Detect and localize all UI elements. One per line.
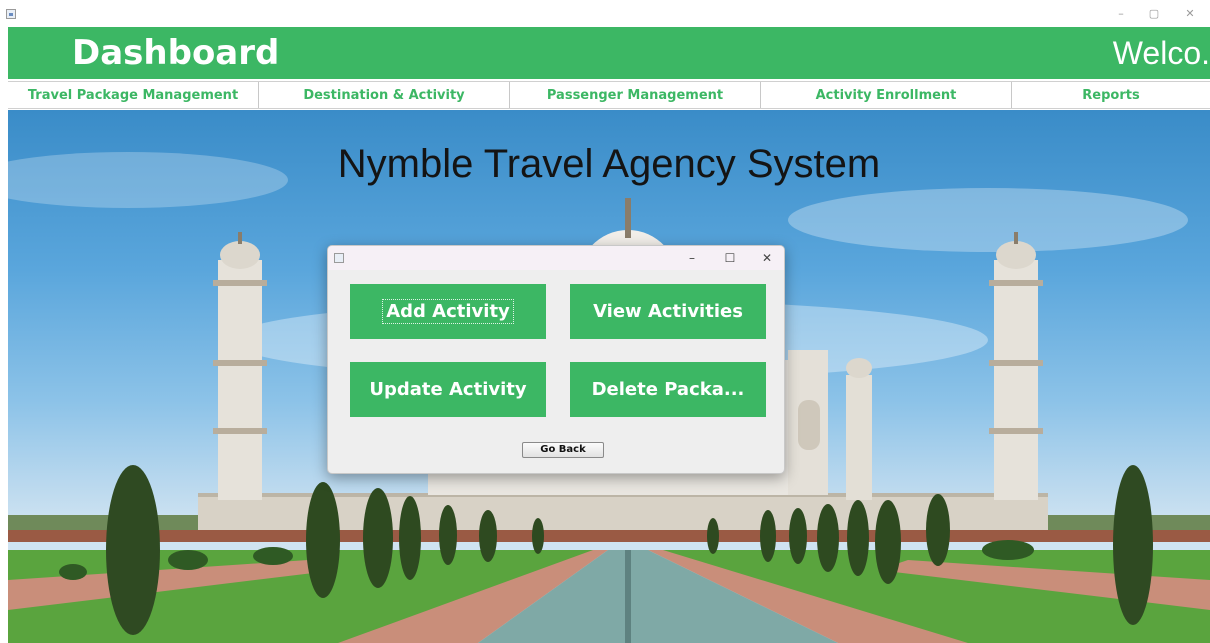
menu-activity-enrollment[interactable]: Activity Enrollment [761,82,1012,108]
dialog-minimize-button[interactable]: – [684,250,700,266]
view-activities-button[interactable]: View Activities [570,284,766,339]
dialog-close-button[interactable]: ✕ [759,250,775,266]
window-close-button[interactable]: ✕ [1183,7,1197,21]
update-activity-button[interactable]: Update Activity [350,362,546,417]
menu-destination-activity[interactable]: Destination & Activity [259,82,510,108]
window-titlebar: – ▢ ✕ [0,0,1210,27]
go-back-button[interactable]: Go Back [522,442,604,458]
activity-dialog: – ☐ ✕ Add Activity View Activities Updat… [327,245,785,474]
app-window: – ▢ ✕ Dashboard Welco. Travel Package Ma… [0,0,1210,643]
dialog-titlebar: – ☐ ✕ [328,246,784,270]
menu-travel-package-management[interactable]: Travel Package Management [8,82,259,108]
welcome-text: Welco. [1112,35,1210,71]
dialog-maximize-button[interactable]: ☐ [722,250,738,266]
window-minimize-button[interactable]: – [1114,7,1128,21]
dashboard-header: Dashboard Welco. [8,27,1210,79]
main-menu-bar: Travel Package Management Destination & … [8,81,1210,109]
system-title: Nymble Travel Agency System [337,142,881,186]
menu-reports[interactable]: Reports [1012,82,1210,108]
delete-package-button[interactable]: Delete Packa... [570,362,766,417]
add-activity-label: Add Activity [382,299,514,324]
window-maximize-button[interactable]: ▢ [1147,7,1161,21]
java-app-icon [334,253,344,263]
page-title: Dashboard [72,33,280,73]
java-app-icon [6,9,16,19]
add-activity-button[interactable]: Add Activity [350,284,546,339]
menu-passenger-management[interactable]: Passenger Management [510,82,761,108]
